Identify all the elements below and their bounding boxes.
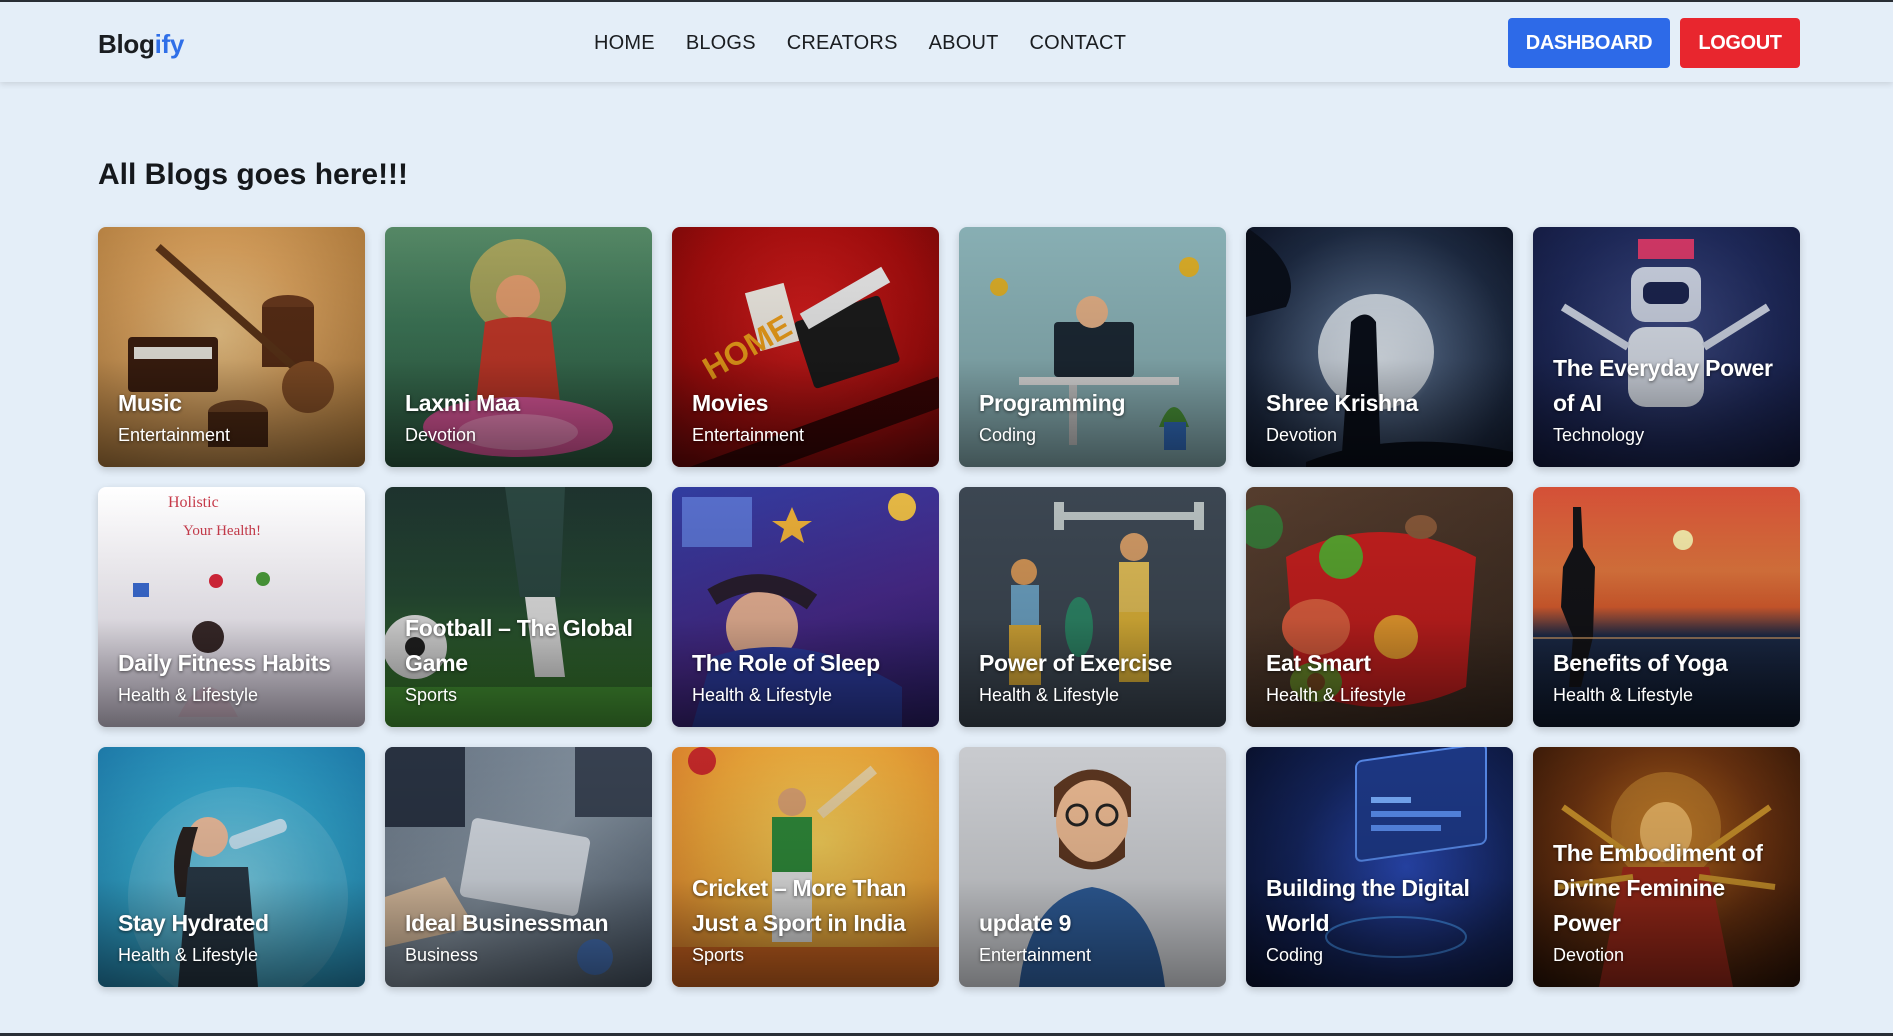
- blog-title: Benefits of Yoga: [1553, 650, 1728, 676]
- blog-title: The Everyday Power of AI: [1553, 355, 1773, 416]
- blog-card-digital-world[interactable]: Building the Digital World Coding: [1246, 747, 1513, 987]
- blog-title: Cricket – More Than Just a Sport in Indi…: [692, 875, 907, 936]
- blog-category: Entertainment: [118, 425, 231, 445]
- brand-name-part1: Blog: [98, 29, 155, 59]
- nav-link-home[interactable]: HOME: [594, 32, 655, 55]
- blog-category: Sports: [405, 685, 458, 705]
- blog-category: Health & Lifestyle: [118, 945, 259, 965]
- blog-title: Programming: [979, 390, 1126, 416]
- blog-title: The Role of Sleep: [692, 650, 880, 676]
- blog-card-ideal-businessman[interactable]: Ideal Businessman Business: [385, 747, 652, 987]
- blog-category: Coding: [979, 425, 1037, 445]
- blog-card-shree-krishna[interactable]: Shree Krishna Devotion: [1246, 227, 1513, 467]
- blog-title: Eat Smart: [1266, 650, 1371, 676]
- blog-card-cricket[interactable]: Cricket – More Than Just a Sport in Indi…: [672, 747, 939, 987]
- blog-title: update 9: [979, 910, 1072, 936]
- blog-card-divine-feminine[interactable]: The Embodiment of Divine Feminine Power …: [1533, 747, 1800, 987]
- dashboard-button[interactable]: DASHBOARD: [1508, 18, 1670, 68]
- blog-category: Business: [405, 945, 479, 965]
- blog-card-movies[interactable]: HOME Movies Entertainment: [672, 227, 939, 467]
- blog-title: Ideal Businessman: [405, 910, 609, 936]
- blog-card-music[interactable]: Music Entertainment: [98, 227, 365, 467]
- blog-title: Laxmi Maa: [405, 390, 520, 416]
- blog-card-update-9[interactable]: update 9 Entertainment: [959, 747, 1226, 987]
- blog-category: Health & Lifestyle: [692, 685, 833, 705]
- blog-card-laxmi-maa[interactable]: Laxmi Maa Devotion: [385, 227, 652, 467]
- blog-card-everyday-ai[interactable]: The Everyday Power of AI Technology: [1533, 227, 1800, 467]
- blog-card-power-of-exercise[interactable]: Power of Exercise Health & Lifestyle: [959, 487, 1226, 727]
- blog-card-eat-smart[interactable]: Eat Smart Health & Lifestyle: [1246, 487, 1513, 727]
- blog-category: Technology: [1553, 425, 1645, 445]
- blog-category: Coding: [1266, 945, 1324, 965]
- nav-link-contact[interactable]: CONTACT: [1030, 32, 1127, 55]
- blog-title: Daily Fitness Habits: [118, 650, 331, 676]
- blog-grid: Music Entertainment Laxmi Maa Devotion H…: [98, 227, 1800, 987]
- blog-category: Devotion: [1266, 425, 1338, 445]
- nav-link-creators[interactable]: CREATORS: [787, 32, 898, 55]
- blog-category: Health & Lifestyle: [979, 685, 1120, 705]
- blog-title: Shree Krishna: [1266, 390, 1419, 416]
- blog-card-stay-hydrated[interactable]: Stay Hydrated Health & Lifestyle: [98, 747, 365, 987]
- blog-title: Movies: [692, 390, 769, 416]
- page-title: All Blogs goes here!!!: [98, 158, 409, 191]
- blog-category: Sports: [692, 945, 745, 965]
- blog-category: Health & Lifestyle: [118, 685, 259, 705]
- blog-category: Entertainment: [692, 425, 805, 445]
- blog-category: Devotion: [405, 425, 477, 445]
- main-nav: HOME BLOGS CREATORS ABOUT CONTACT: [594, 32, 1157, 55]
- nav-link-about[interactable]: ABOUT: [929, 32, 999, 55]
- blog-title: Football – The Global Game: [405, 615, 633, 676]
- blog-category: Entertainment: [979, 945, 1092, 965]
- blog-category: Health & Lifestyle: [1266, 685, 1407, 705]
- blog-card-role-of-sleep[interactable]: The Role of Sleep Health & Lifestyle: [672, 487, 939, 727]
- nav-link-blogs[interactable]: BLOGS: [686, 32, 756, 55]
- brand-logo[interactable]: Blogify: [98, 29, 184, 60]
- blog-card-benefits-of-yoga[interactable]: Benefits of Yoga Health & Lifestyle: [1533, 487, 1800, 727]
- logout-button[interactable]: LOGOUT: [1680, 18, 1800, 68]
- blog-title: Building the Digital World: [1266, 875, 1470, 936]
- blog-title: Stay Hydrated: [118, 910, 269, 936]
- navbar: Blogify HOME BLOGS CREATORS ABOUT CONTAC…: [0, 2, 1893, 82]
- blog-category: Devotion: [1553, 945, 1625, 965]
- blog-title: Power of Exercise: [979, 650, 1173, 676]
- brand-name-part2: ify: [154, 29, 185, 59]
- blog-category: Health & Lifestyle: [1553, 685, 1694, 705]
- blog-card-programming[interactable]: Programming Coding: [959, 227, 1226, 467]
- blog-card-daily-fitness[interactable]: Holistic Your Health! Daily Fitness Habi…: [98, 487, 365, 727]
- blog-title: Music: [118, 390, 182, 416]
- blog-card-football[interactable]: Football – The Global Game Sports: [385, 487, 652, 727]
- blog-title: The Embodiment of Divine Feminine Power: [1553, 840, 1763, 936]
